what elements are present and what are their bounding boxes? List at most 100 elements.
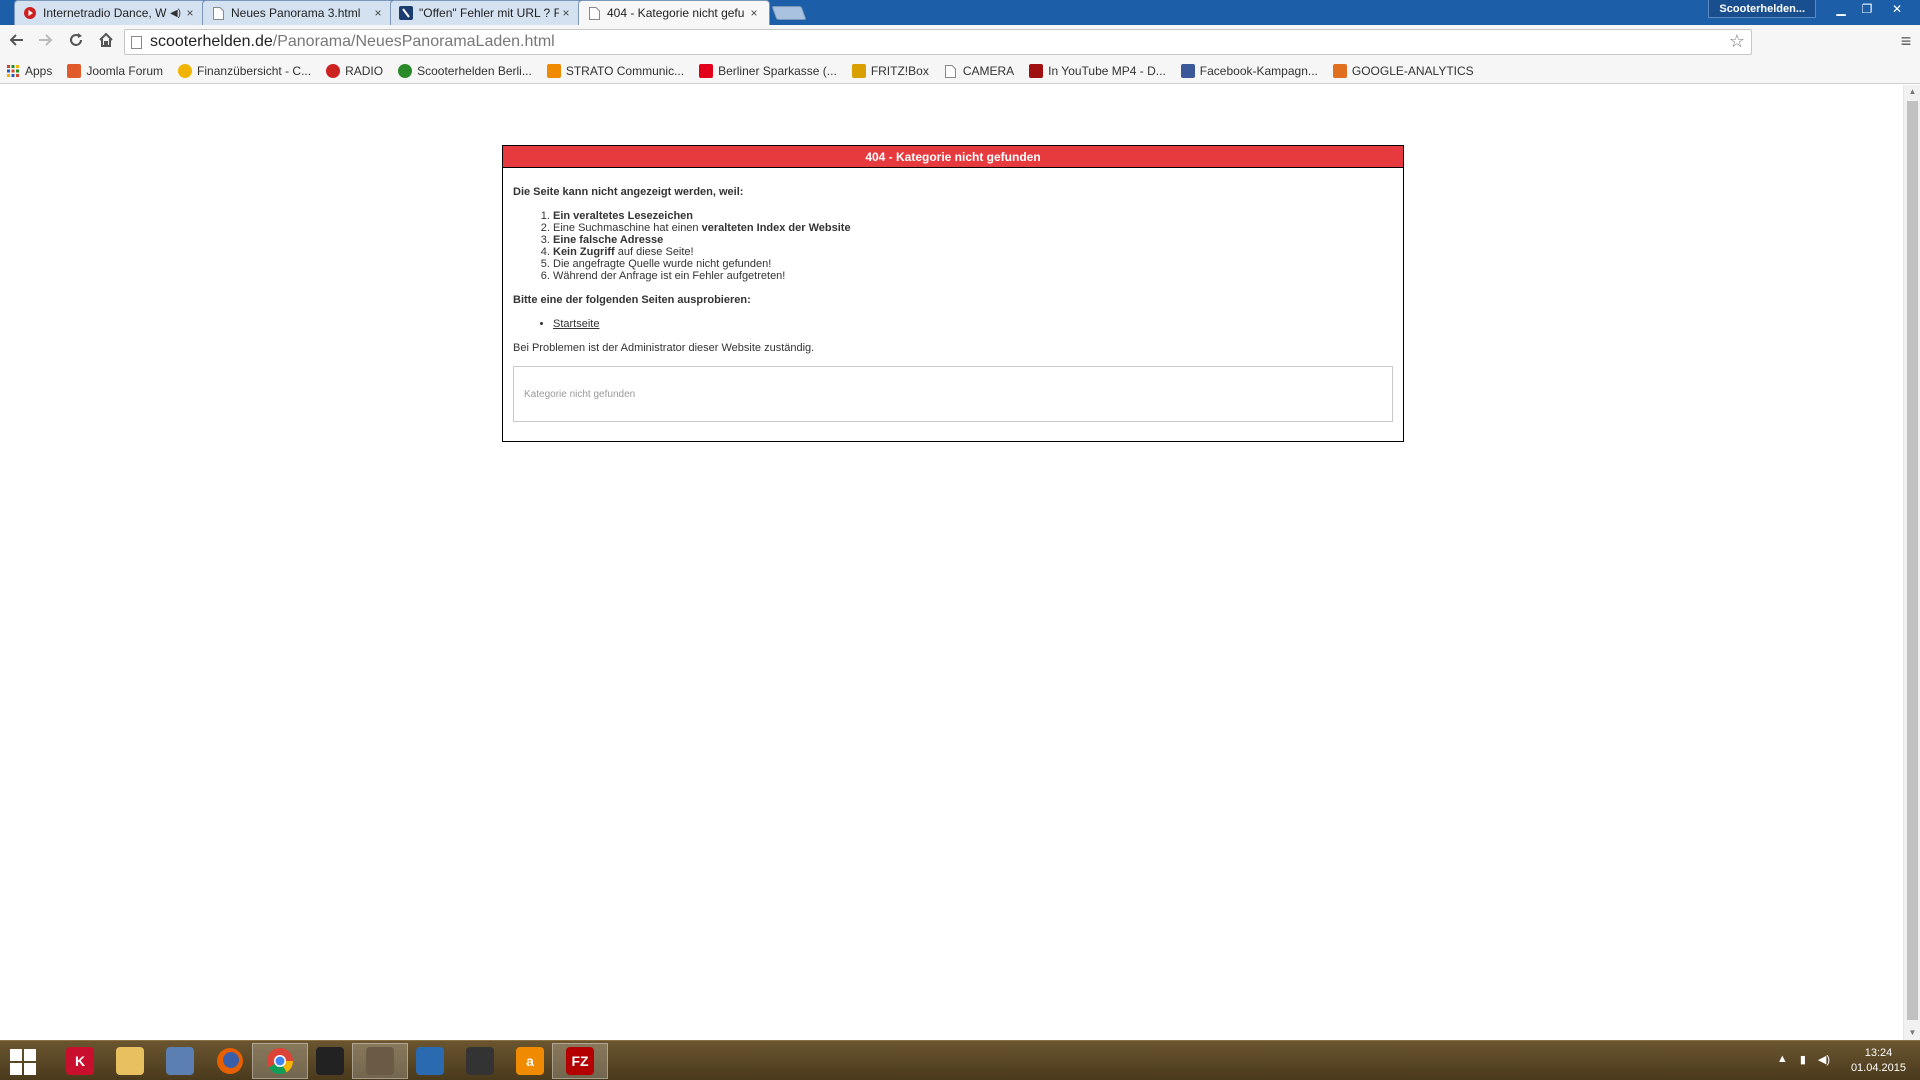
bookmark-item[interactable]: Apps: [6, 64, 52, 78]
startseite-link[interactable]: Startseite: [553, 318, 599, 330]
system-tray: ▲ ▮ ◀): [1777, 1053, 1830, 1066]
browser-title-bar: Internetradio Dance, W ◀) × Neues Panora…: [0, 0, 1920, 25]
close-icon[interactable]: ×: [559, 6, 573, 20]
home-icon[interactable]: [94, 30, 118, 54]
show-hidden-icons-icon[interactable]: ▲: [1777, 1053, 1788, 1066]
back-arrow-icon[interactable]: [4, 30, 28, 54]
speaker-icon: ◀): [169, 7, 181, 19]
windows-taskbar: Ka FZ ▲ ▮ ◀) 13:24 01.04.2015: [0, 1040, 1920, 1080]
reason-text: Eine Suchmaschine hat einen: [553, 222, 702, 234]
bookmark-item[interactable]: GOOGLE-ANALYTICS: [1332, 64, 1474, 78]
taskbar-app-button[interactable]: [202, 1043, 258, 1079]
bookmark-item[interactable]: RADIO: [326, 64, 383, 78]
network-icon[interactable]: ▮: [1800, 1053, 1806, 1066]
tab-title: 404 - Kategorie nicht gefu: [607, 6, 745, 20]
bookmarks-bar: Apps Joomla Forum Finanzübersicht - C... RA…: [0, 59, 1920, 84]
url-path: /Panorama/NeuesPanoramaLaden.html: [272, 33, 555, 50]
amazon-icon: a: [516, 1047, 544, 1075]
reason-bold-text: Kein Zugriff: [553, 246, 615, 258]
bookmark-item[interactable]: Finanzübersicht - C...: [178, 64, 311, 78]
bookmark-label: Joomla Forum: [86, 64, 164, 78]
taskbar-app-button[interactable]: [452, 1043, 508, 1079]
taskbar-app-button[interactable]: [252, 1043, 308, 1079]
reason-item: Die angefragte Quelle wurde nicht gefund…: [553, 258, 1393, 270]
close-icon[interactable]: ×: [747, 6, 761, 20]
vertical-scrollbar[interactable]: ▲ ▼: [1903, 85, 1920, 1040]
app-glyph: a: [526, 1053, 534, 1069]
taskbar-app-button[interactable]: [352, 1043, 408, 1079]
taskbar-app-button[interactable]: [302, 1043, 358, 1079]
minimize-icon[interactable]: ▁: [1828, 0, 1854, 18]
scrollbar-thumb[interactable]: [1907, 101, 1918, 1020]
analytics-icon: [1332, 64, 1347, 78]
restore-icon[interactable]: ❐: [1854, 0, 1880, 18]
tab-neues-panorama[interactable]: Neues Panorama 3.html ×: [202, 0, 394, 25]
close-icon[interactable]: ×: [183, 6, 197, 20]
close-window-icon[interactable]: ✕: [1882, 0, 1912, 18]
bookmark-star-icon[interactable]: ☆: [1729, 31, 1745, 52]
bookmark-item[interactable]: Berliner Sparkasse (...: [699, 64, 837, 78]
strato-icon: [546, 64, 561, 78]
reason-bold-text: Ein veraltetes Lesezeichen: [553, 210, 694, 222]
chrome-menu-icon[interactable]: ≡: [1898, 31, 1914, 51]
address-bar[interactable]: scooterhelden.de/Panorama/NeuesPanoramaL…: [124, 29, 1752, 55]
inkscape-icon: [316, 1047, 344, 1075]
error-body: Die Seite kann nicht angezeigt werden, w…: [503, 168, 1403, 354]
page-icon: [211, 6, 225, 20]
tab-joomla-forum[interactable]: "Offen" Fehler mit URL ? F ×: [390, 0, 582, 25]
page-icon: [944, 64, 958, 78]
scanner-icon: [166, 1047, 194, 1075]
bookmark-label: Facebook-Kampagn...: [1199, 64, 1318, 78]
bookmark-label: STRATO Communic...: [565, 64, 685, 78]
forward-arrow-icon[interactable]: [34, 30, 58, 54]
reload-icon[interactable]: [64, 30, 88, 54]
clock[interactable]: 13:24 01.04.2015: [1851, 1046, 1906, 1076]
error-message: Kategorie nicht gefunden: [524, 389, 636, 400]
gimp-icon: [366, 1047, 394, 1075]
bookmark-item[interactable]: Facebook-Kampagn...: [1180, 64, 1318, 78]
volume-icon[interactable]: ◀): [1818, 1053, 1830, 1066]
taskbar-app-button[interactable]: K: [52, 1043, 108, 1079]
bookmark-item[interactable]: Joomla Forum: [67, 64, 163, 78]
tab-title: "Offen" Fehler mit URL ? F: [419, 6, 559, 20]
bookmark-item[interactable]: FRITZ!Box: [851, 64, 929, 78]
bookmark-item[interactable]: STRATO Communic...: [546, 64, 685, 78]
file-explorer-icon: [116, 1047, 144, 1075]
url-text: scooterhelden.de/Panorama/NeuesPanoramaL…: [150, 33, 555, 51]
profile-button[interactable]: Scooterhelden...: [1708, 0, 1816, 18]
filezilla-icon: FZ: [566, 1047, 594, 1075]
new-tab-button[interactable]: [771, 6, 807, 20]
bookmark-label: Finanzübersicht - C...: [197, 64, 312, 78]
tab-404-active[interactable]: 404 - Kategorie nicht gefu ×: [578, 0, 770, 25]
bookmark-item[interactable]: In YouTube MP4 - D...: [1029, 64, 1166, 78]
scroll-up-arrow-icon[interactable]: ▲: [1904, 85, 1920, 99]
link-list: Startseite: [553, 318, 1393, 330]
scroll-down-arrow-icon[interactable]: ▼: [1904, 1026, 1920, 1040]
reason-item: Eine falsche Adresse: [553, 234, 1393, 246]
joomla-icon: [67, 64, 82, 78]
finance-icon: [178, 64, 193, 78]
close-icon[interactable]: ×: [371, 6, 385, 20]
taskbar-app-button[interactable]: [102, 1043, 158, 1079]
page-icon: [587, 6, 601, 20]
bookmark-item[interactable]: CAMERA: [944, 64, 1014, 78]
taskbar-app-button[interactable]: [152, 1043, 208, 1079]
try-lead: Bitte eine der folgenden Seiten ausprobi…: [513, 294, 751, 306]
bookmark-item[interactable]: Scooterhelden Berli...: [398, 64, 532, 78]
error-box: 404 - Kategorie nicht gefunden Die Seite…: [502, 145, 1404, 442]
taskbar-app-button[interactable]: FZ: [552, 1043, 608, 1079]
tab-internetradio[interactable]: Internetradio Dance, W ◀) ×: [14, 0, 206, 25]
bookmark-label: In YouTube MP4 - D...: [1048, 64, 1166, 78]
reason-item: Eine Suchmaschine hat einen veralteten I…: [553, 222, 1393, 234]
taskbar-app-button[interactable]: [402, 1043, 458, 1079]
reason-list: Ein veraltetes LesezeichenEine Suchmasch…: [553, 210, 1393, 282]
taskbar-app-button[interactable]: a: [502, 1043, 558, 1079]
clock-time: 13:24: [1864, 1047, 1893, 1059]
bookmark-label: Scooterhelden Berli...: [417, 64, 532, 78]
tab-title: Neues Panorama 3.html: [231, 6, 361, 20]
error-heading: 404 - Kategorie nicht gefunden: [503, 146, 1403, 168]
windows-start-icon[interactable]: [10, 1049, 36, 1075]
page-viewport: 404 - Kategorie nicht gefunden Die Seite…: [0, 85, 1903, 1040]
reason-item: Ein veraltetes Lesezeichen: [553, 210, 1393, 222]
reason-text: Während der Anfrage ist ein Fehler aufge…: [553, 270, 786, 282]
